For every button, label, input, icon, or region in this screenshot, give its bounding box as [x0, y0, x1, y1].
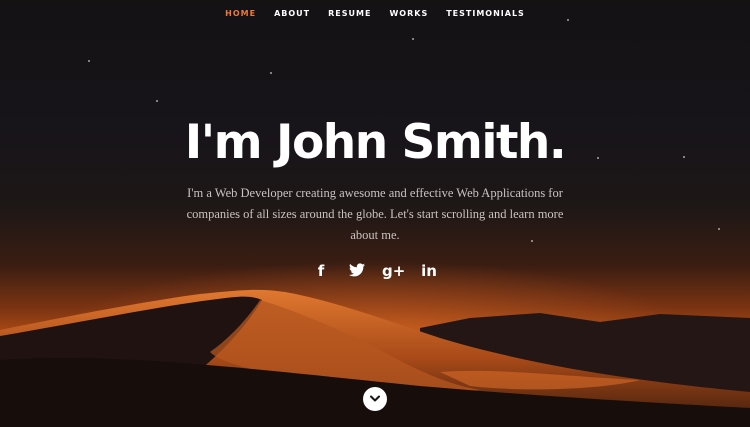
- nav-works[interactable]: WORKS: [389, 8, 428, 22]
- social-links: f g+ in: [0, 261, 750, 281]
- hero-title: I'm John Smith.: [184, 115, 567, 170]
- chevron-down-icon: [370, 395, 380, 402]
- hero-section: HOME ABOUT RESUME WORKS TESTIMONIALS I'm…: [0, 0, 750, 427]
- main-nav: HOME ABOUT RESUME WORKS TESTIMONIALS: [0, 8, 750, 22]
- hero-description: I'm a Web Developer creating awesome and…: [186, 186, 564, 242]
- facebook-icon[interactable]: f: [310, 261, 332, 281]
- scroll-down-button[interactable]: [363, 387, 387, 411]
- linkedin-icon[interactable]: in: [418, 261, 440, 281]
- google-plus-icon[interactable]: g+: [382, 261, 405, 281]
- nav-resume[interactable]: RESUME: [328, 8, 371, 22]
- nav-about[interactable]: ABOUT: [274, 8, 310, 22]
- nav-home[interactable]: HOME: [225, 8, 256, 22]
- twitter-icon[interactable]: [346, 261, 368, 281]
- nav-testimonials[interactable]: TESTIMONIALS: [446, 8, 525, 22]
